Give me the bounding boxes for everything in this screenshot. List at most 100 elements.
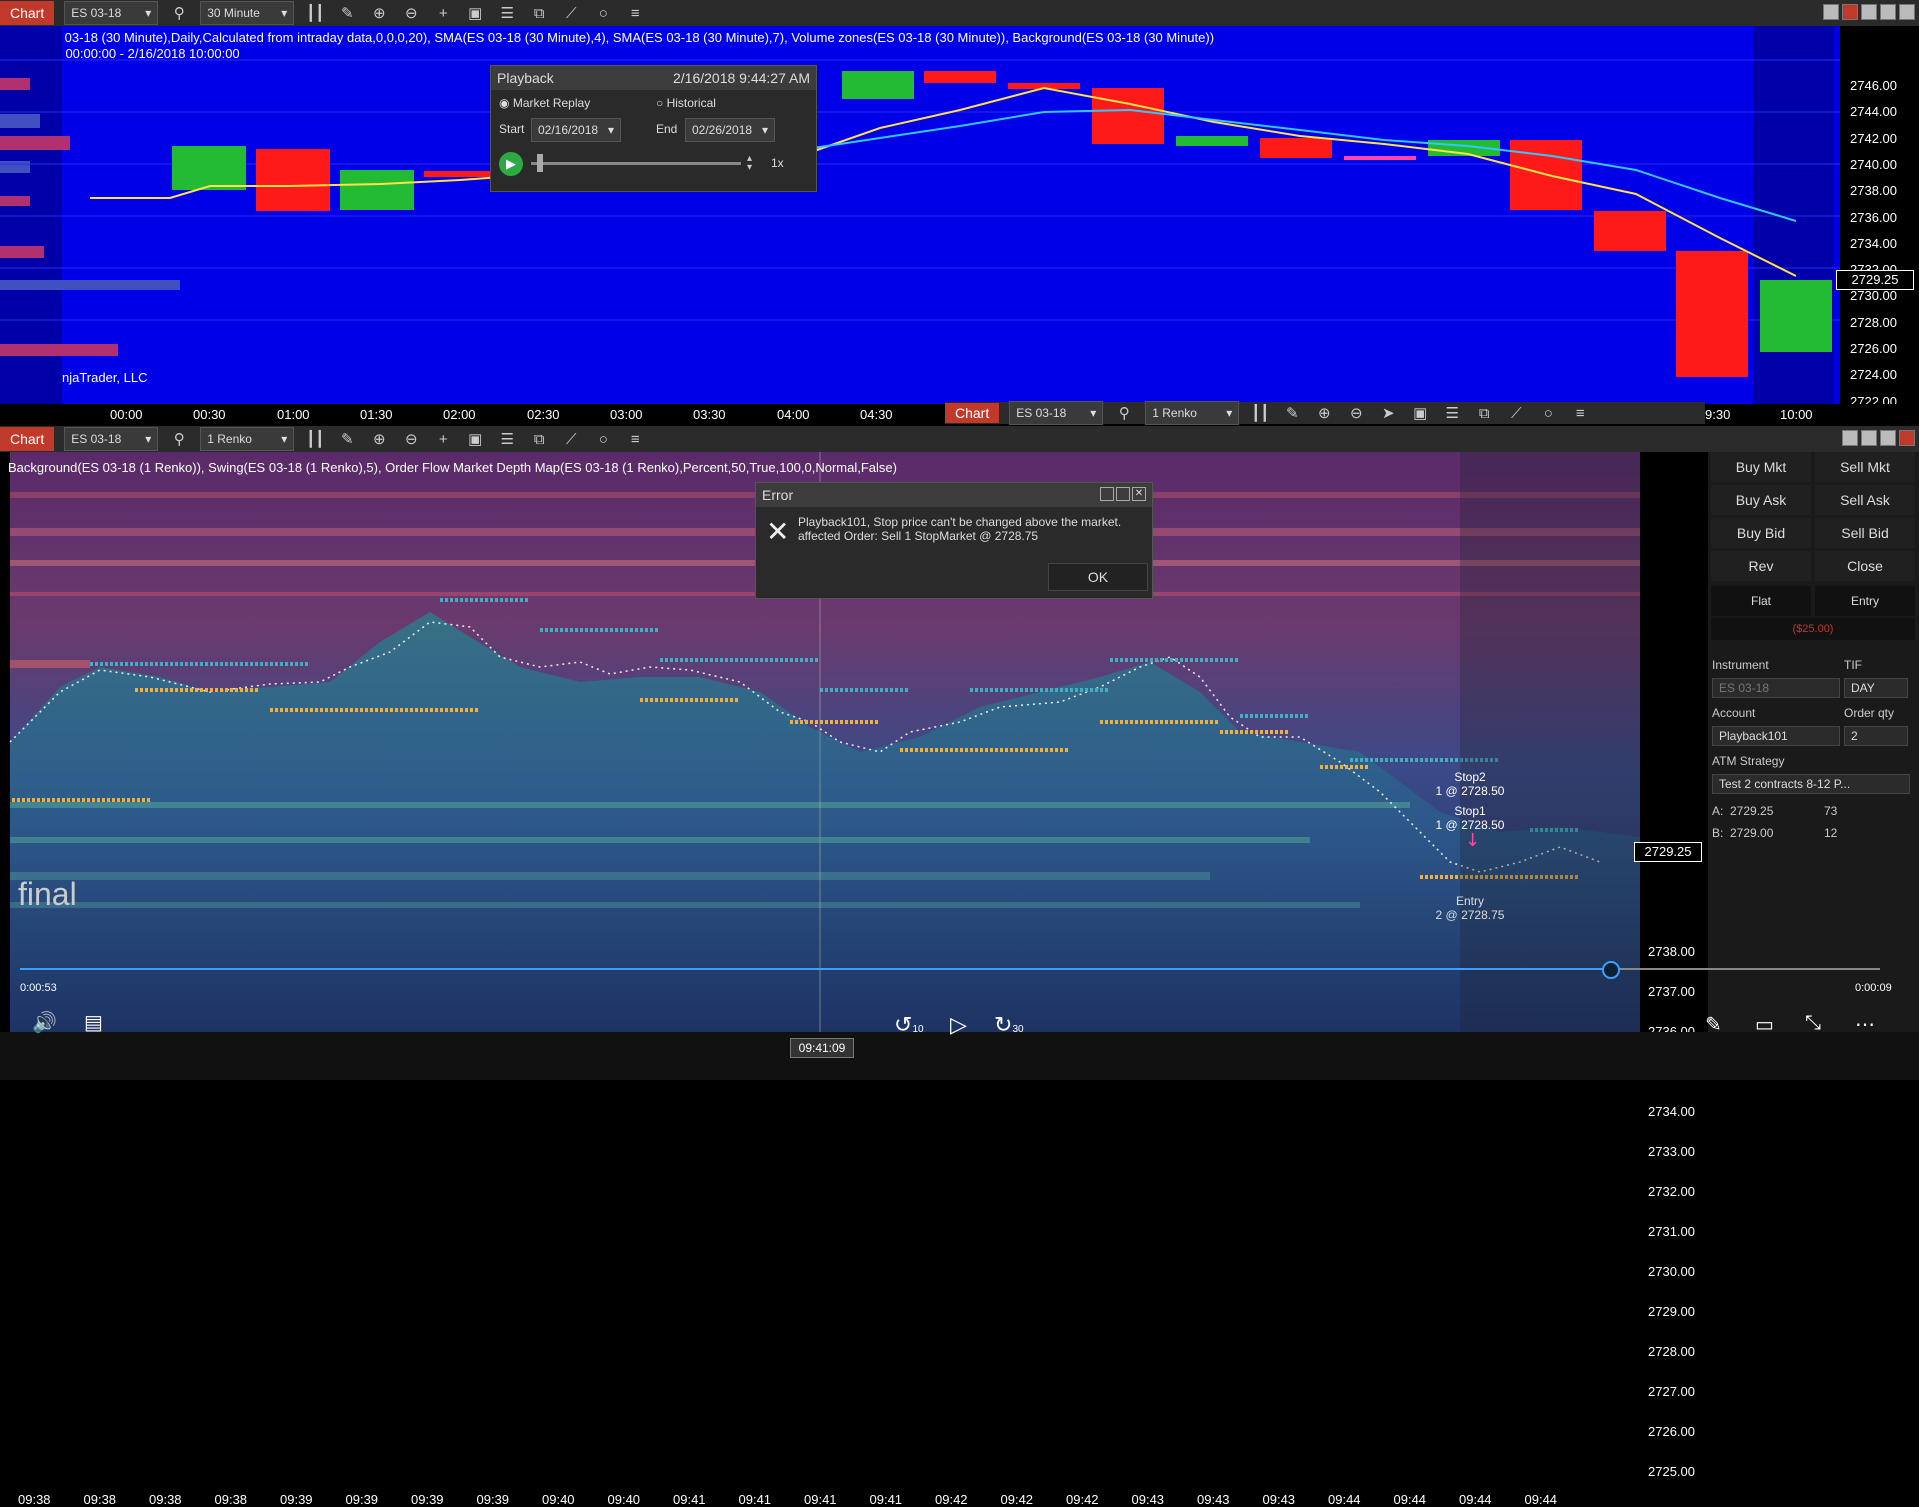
snapshot-icon[interactable]: ▣ bbox=[464, 4, 486, 22]
strategies-icon[interactable]: ⟋ bbox=[560, 431, 582, 448]
properties-icon[interactable]: ☰ bbox=[496, 4, 518, 22]
axis-tick-label: 09:39 bbox=[476, 1492, 510, 1507]
close-icon[interactable]: ✕ bbox=[1132, 487, 1146, 501]
axis-tick-label: 03:00 bbox=[610, 407, 643, 422]
market-replay-radio[interactable]: ◉ Market Replay bbox=[499, 96, 590, 110]
axis-tick-label: 01:30 bbox=[360, 407, 393, 422]
bar-type-icon[interactable]: ┃┃ bbox=[1249, 404, 1271, 422]
sell-ask-button[interactable]: Sell Ask bbox=[1815, 485, 1915, 515]
captions-icon[interactable]: ▤ bbox=[84, 1010, 103, 1035]
crosshair-icon[interactable]: + bbox=[432, 5, 454, 22]
maximize-icon[interactable] bbox=[1116, 487, 1130, 501]
maximize-icon[interactable] bbox=[1880, 4, 1896, 20]
speed-stepper[interactable]: ▴ ▾ bbox=[747, 154, 752, 173]
list-icon[interactable]: ≡ bbox=[1569, 405, 1591, 422]
instrument-select[interactable]: ES 03-18 ▾ bbox=[64, 427, 159, 451]
instrument-field[interactable]: ES 03-18 bbox=[1712, 678, 1840, 698]
bid-price: 2729.00 bbox=[1730, 826, 1774, 840]
snapshot-icon[interactable]: ▣ bbox=[464, 430, 486, 448]
play-button[interactable]: ▶ bbox=[499, 152, 523, 176]
bar-type-icon[interactable]: ┃┃ bbox=[304, 4, 326, 22]
zoom-in-icon[interactable]: ⊕ bbox=[368, 4, 390, 22]
volume-zone-bar bbox=[0, 196, 30, 206]
search-icon[interactable]: ⚲ bbox=[168, 430, 190, 448]
interval-select[interactable]: 30 Minute ▾ bbox=[200, 1, 295, 25]
pencil-icon[interactable]: ✎ bbox=[1281, 404, 1303, 422]
close-tab-icon[interactable] bbox=[1842, 4, 1858, 20]
top-last-price: 2729.25 bbox=[1836, 270, 1914, 290]
minimize-icon[interactable] bbox=[1861, 430, 1877, 446]
historical-radio[interactable]: ○ Historical bbox=[656, 96, 716, 110]
play-video-button[interactable]: ▷ bbox=[950, 1012, 967, 1038]
sell-mkt-button[interactable]: Sell Mkt bbox=[1815, 452, 1915, 482]
rewind-10-button[interactable]: ↺10 bbox=[894, 1012, 924, 1038]
tile-icon[interactable] bbox=[1823, 4, 1839, 20]
buy-bid-button[interactable]: Buy Bid bbox=[1711, 518, 1811, 548]
close-icon[interactable] bbox=[1899, 4, 1915, 20]
order-qty-label: Order qty bbox=[1844, 706, 1895, 720]
playback-speed-track[interactable] bbox=[531, 162, 741, 165]
chart-tab[interactable]: Chart bbox=[945, 403, 1000, 423]
strategies-icon[interactable]: ⟋ bbox=[560, 5, 582, 22]
axis-tick-label: 02:30 bbox=[527, 407, 560, 422]
top-chart-panel[interactable]: Pivots(ES 03-18 (30 Minute),Daily,Calcul… bbox=[0, 26, 1919, 409]
zoom-in-icon[interactable]: ⊕ bbox=[368, 430, 390, 448]
end-date-select[interactable]: 02/26/2018 ▾ bbox=[685, 118, 775, 142]
list-icon[interactable]: ≡ bbox=[624, 5, 646, 22]
strategies-icon[interactable]: ⟋ bbox=[1505, 405, 1527, 422]
error-title-bar: Error ✕ bbox=[756, 483, 1152, 507]
start-date-select[interactable]: 02/16/2018 ▾ bbox=[531, 118, 621, 142]
axis-tick-label: 09:39 bbox=[411, 1492, 444, 1507]
close-position-button[interactable]: Close bbox=[1815, 551, 1915, 581]
pencil-icon[interactable]: ✎ bbox=[336, 430, 358, 448]
order-qty-input[interactable]: 2 bbox=[1844, 726, 1908, 746]
minimize-icon[interactable] bbox=[1861, 4, 1877, 20]
ok-button[interactable]: OK bbox=[1048, 563, 1148, 591]
search-icon[interactable]: ⚲ bbox=[1113, 404, 1135, 422]
interval-select[interactable]: 1 Renko ▾ bbox=[200, 427, 295, 451]
refresh-icon[interactable]: ○ bbox=[1537, 405, 1559, 422]
refresh-icon[interactable]: ○ bbox=[592, 431, 614, 448]
zoom-in-icon[interactable]: ⊕ bbox=[1313, 404, 1335, 422]
miniplayer-icon[interactable]: ▭ bbox=[1755, 1012, 1774, 1037]
volume-icon[interactable]: 🔊 bbox=[32, 1010, 57, 1035]
templates-icon[interactable]: ⧉ bbox=[1473, 405, 1495, 422]
exit-fullscreen-icon[interactable]: ⤡ bbox=[1805, 1012, 1821, 1035]
buy-ask-button[interactable]: Buy Ask bbox=[1711, 485, 1811, 515]
pointer-icon[interactable]: ➤ bbox=[1377, 404, 1399, 422]
search-icon[interactable]: ⚲ bbox=[168, 4, 190, 22]
chart-tab[interactable]: Chart bbox=[0, 427, 55, 451]
rev-button[interactable]: Rev bbox=[1711, 551, 1811, 581]
close-icon[interactable] bbox=[1899, 430, 1915, 446]
zoom-out-icon[interactable]: ⊖ bbox=[400, 430, 422, 448]
interval-select[interactable]: 1 Renko ▾ bbox=[1145, 401, 1240, 425]
forward-30-button[interactable]: ↻30 bbox=[994, 1012, 1024, 1038]
atm-strategy-select[interactable]: Test 2 contracts 8-12 P... bbox=[1712, 774, 1910, 794]
edit-icon[interactable]: ✎ bbox=[1705, 1012, 1722, 1037]
properties-icon[interactable]: ☰ bbox=[496, 430, 518, 448]
tif-select[interactable]: DAY bbox=[1844, 678, 1908, 698]
instrument-select[interactable]: ES 03-18 ▾ bbox=[1009, 401, 1104, 425]
crosshair-icon[interactable]: + bbox=[432, 431, 454, 448]
chevron-down-icon: ▾ bbox=[607, 123, 614, 137]
refresh-icon[interactable]: ○ bbox=[592, 5, 614, 22]
more-options-icon[interactable]: ⋯ bbox=[1855, 1012, 1875, 1037]
tile-icon[interactable] bbox=[1842, 430, 1858, 446]
zoom-out-icon[interactable]: ⊖ bbox=[400, 4, 422, 22]
snapshot-icon[interactable]: ▣ bbox=[1409, 404, 1431, 422]
list-icon[interactable]: ≡ bbox=[624, 431, 646, 448]
minimize-icon[interactable] bbox=[1100, 487, 1114, 501]
playback-speed-handle[interactable] bbox=[537, 154, 543, 172]
pencil-icon[interactable]: ✎ bbox=[336, 4, 358, 22]
sell-bid-button[interactable]: Sell Bid bbox=[1815, 518, 1915, 548]
zoom-out-icon[interactable]: ⊖ bbox=[1345, 404, 1367, 422]
properties-icon[interactable]: ☰ bbox=[1441, 404, 1463, 422]
instrument-select[interactable]: ES 03-18 ▾ bbox=[64, 1, 159, 25]
buy-mkt-button[interactable]: Buy Mkt bbox=[1711, 452, 1811, 482]
templates-icon[interactable]: ⧉ bbox=[528, 5, 550, 22]
templates-icon[interactable]: ⧉ bbox=[528, 431, 550, 448]
chart-tab[interactable]: Chart bbox=[0, 1, 55, 25]
maximize-icon[interactable] bbox=[1880, 430, 1896, 446]
bar-type-icon[interactable]: ┃┃ bbox=[304, 430, 326, 448]
account-select[interactable]: Playback101 bbox=[1712, 726, 1840, 746]
